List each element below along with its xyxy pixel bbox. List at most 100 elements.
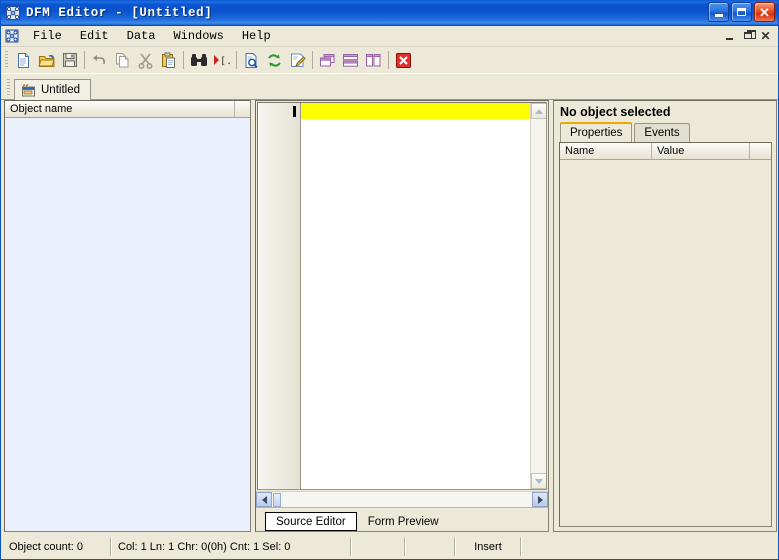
property-value-column-header[interactable]: Value xyxy=(652,143,750,159)
edit-pencil-icon xyxy=(291,53,306,67)
copy-button[interactable] xyxy=(111,49,134,71)
properties-panel: No object selected Properties Events Nam… xyxy=(553,100,777,532)
find-binoculars-icon xyxy=(190,54,207,66)
status-insert-mode: Insert xyxy=(455,537,521,556)
undo-button[interactable] xyxy=(88,49,111,71)
editor-panel: Source Editor Form Preview xyxy=(255,100,549,532)
edit-button[interactable] xyxy=(286,49,309,71)
scroll-down-button[interactable] xyxy=(531,473,546,489)
menu-item-file[interactable]: File xyxy=(24,27,71,45)
menu-item-edit[interactable]: Edit xyxy=(71,27,118,45)
cut-button[interactable] xyxy=(134,49,157,71)
new-file-button[interactable] xyxy=(12,49,35,71)
selected-object-title: No object selected xyxy=(560,105,671,119)
work-area: Object name Source Editor Form Preview N… xyxy=(4,100,777,532)
toolbar-grip[interactable] xyxy=(5,51,8,69)
document-tab-label: Untitled xyxy=(41,84,80,96)
tile-vertical-icon xyxy=(366,53,381,66)
minimize-icon xyxy=(714,13,723,17)
toolbar-separator xyxy=(312,51,313,69)
tab-form-preview[interactable]: Form Preview xyxy=(357,512,450,531)
dfm-cube-icon[interactable] xyxy=(4,28,20,44)
object-list-panel: Object name xyxy=(4,100,251,532)
scroll-left-button[interactable] xyxy=(256,492,272,507)
scroll-down-icon xyxy=(535,478,543,484)
menu-item-help[interactable]: Help xyxy=(233,27,280,45)
find-next-button[interactable]: [..] xyxy=(210,49,233,71)
menu-bar: File Edit Data Windows Help ✕ xyxy=(1,26,778,47)
close-icon: ✕ xyxy=(759,4,770,20)
svg-text:[..]: [..] xyxy=(220,56,232,67)
new-file-icon xyxy=(18,52,29,68)
scroll-up-button[interactable] xyxy=(531,103,546,119)
toolbar-separator xyxy=(236,51,237,69)
property-grid[interactable]: Name Value xyxy=(559,142,772,527)
mdi-restore-button[interactable] xyxy=(739,28,756,43)
toolbar-separator xyxy=(84,51,85,69)
toolbar-separator xyxy=(388,51,389,69)
close-document-button[interactable] xyxy=(392,49,415,71)
open-folder-icon xyxy=(37,54,55,67)
editor-text-area[interactable] xyxy=(301,103,530,489)
find-next-icon: [..] xyxy=(213,55,232,67)
property-name-column-header[interactable]: Name xyxy=(560,143,652,159)
refresh-arrows-icon xyxy=(268,53,281,67)
status-object-count: Object count: 0 xyxy=(3,537,111,556)
cascade-windows-icon xyxy=(320,53,335,66)
status-panel-6 xyxy=(521,537,778,556)
object-name-column-header[interactable]: Object name xyxy=(5,101,236,117)
mdi-minimize-icon xyxy=(726,37,733,40)
tile-horizontal-icon xyxy=(343,53,358,67)
mdi-child-controls: ✕ xyxy=(721,28,774,43)
status-cursor-position: Col: 1 Ln: 1 Chr: 0(0h) Cnt: 1 Sel: 0 xyxy=(111,537,351,556)
menu-item-windows[interactable]: Windows xyxy=(164,27,232,45)
close-document-icon xyxy=(396,52,411,68)
refresh-button[interactable] xyxy=(263,49,286,71)
mdi-minimize-button[interactable] xyxy=(721,28,738,43)
open-file-button[interactable] xyxy=(35,49,58,71)
cascade-windows-button[interactable] xyxy=(316,49,339,71)
find-button[interactable] xyxy=(187,49,210,71)
editor-view-tabs: Source Editor Form Preview xyxy=(256,507,548,531)
preview-button[interactable] xyxy=(240,49,263,71)
document-tab-untitled[interactable]: Untitled xyxy=(14,79,91,100)
status-panel-3 xyxy=(351,537,405,556)
dfm-cube-icon xyxy=(5,5,21,21)
window-maximize-button[interactable] xyxy=(731,2,752,22)
paste-button[interactable] xyxy=(157,49,180,71)
object-list-body[interactable] xyxy=(5,118,250,531)
tab-properties[interactable]: Properties xyxy=(560,122,633,142)
property-grid-column-filler xyxy=(750,143,771,159)
source-editor[interactable] xyxy=(257,102,547,490)
mdi-close-button[interactable]: ✕ xyxy=(757,28,774,43)
object-list-header: Object name xyxy=(5,101,250,118)
cut-scissors-icon xyxy=(138,53,153,69)
horizontal-scroll-track[interactable] xyxy=(281,492,532,507)
tab-source-editor[interactable]: Source Editor xyxy=(265,512,357,531)
editor-horizontal-scrollbar[interactable] xyxy=(256,491,548,507)
editor-vertical-scrollbar[interactable] xyxy=(530,103,546,489)
editor-gutter xyxy=(258,103,301,489)
maximize-icon xyxy=(737,8,746,16)
window-close-button[interactable]: ✕ xyxy=(754,2,775,22)
mdi-close-icon: ✕ xyxy=(760,28,771,43)
save-file-button[interactable] xyxy=(58,49,81,71)
copy-icon xyxy=(116,52,129,67)
save-disk-icon xyxy=(62,53,77,67)
tile-horizontal-button[interactable] xyxy=(339,49,362,71)
properties-tab-strip: Properties Events xyxy=(554,121,776,142)
form-file-icon xyxy=(22,83,35,96)
window-minimize-button[interactable] xyxy=(708,2,729,22)
horizontal-scroll-thumb[interactable] xyxy=(273,492,281,507)
property-grid-body[interactable] xyxy=(560,160,771,526)
scroll-right-button[interactable] xyxy=(532,492,548,507)
menu-item-data[interactable]: Data xyxy=(118,27,165,45)
tile-vertical-button[interactable] xyxy=(362,49,385,71)
document-tab-strip: Untitled xyxy=(1,74,778,100)
text-caret-marker xyxy=(293,106,296,117)
dfm-editor-window: DFM Editor - [Untitled] ✕ File Edit Data… xyxy=(0,0,779,560)
tab-events[interactable]: Events xyxy=(634,123,690,142)
current-line-highlight xyxy=(301,103,530,119)
doctab-grip[interactable] xyxy=(7,79,10,95)
